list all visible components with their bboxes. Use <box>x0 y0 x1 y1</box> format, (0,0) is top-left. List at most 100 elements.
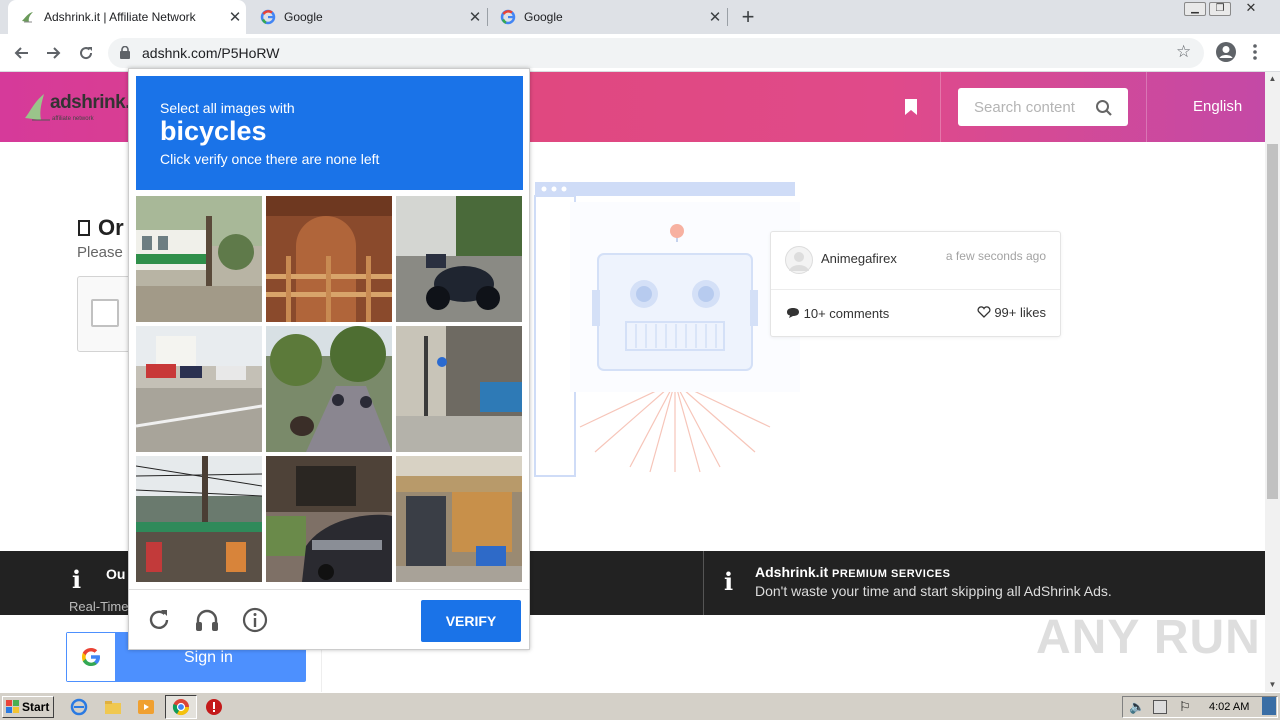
captcha-tile-9[interactable] <box>396 456 522 582</box>
clock[interactable]: 4:02 AM <box>1209 701 1249 713</box>
menu-dots-icon[interactable] <box>1252 43 1258 61</box>
volume-icon[interactable]: 🔈 <box>1129 699 1145 715</box>
band-left-subtitle: Real-Time <box>69 599 129 614</box>
reload-icon[interactable] <box>145 606 173 634</box>
tab-close-icon[interactable]: ✕ <box>704 8 726 26</box>
tab-close-icon[interactable]: ✕ <box>224 8 246 26</box>
url-text: adshnk.com/P5HoRW <box>142 45 280 61</box>
chrome-taskbar-button[interactable] <box>165 695 197 719</box>
captcha-dialog: Select all images with bicycles Click ve… <box>128 68 530 650</box>
comments-count[interactable]: 10+ comments <box>786 306 889 321</box>
flag-icon[interactable]: ⚐ <box>1179 699 1191 715</box>
checkbox-glyph-icon <box>78 220 90 236</box>
media-player-icon[interactable] <box>137 698 155 716</box>
premium-title: Adshrink.it PREMIUM SERVICES <box>755 564 951 580</box>
logo-subtitle: affiliate network <box>52 116 94 122</box>
captcha-instruction: Select all images with <box>160 100 295 116</box>
captcha-header: Select all images with bicycles Click ve… <box>136 76 523 190</box>
tab-title: Google <box>284 10 323 24</box>
headphones-icon[interactable] <box>193 606 221 634</box>
page-subtitle: Please <box>77 244 123 261</box>
new-tab-button[interactable]: + <box>736 4 760 30</box>
show-desktop-icon[interactable] <box>1262 697 1276 715</box>
adshrink-favicon-icon <box>20 9 36 25</box>
close-window-icon[interactable]: ✕ <box>1240 1 1262 16</box>
signin-label: Sign in <box>184 649 233 666</box>
captcha-tile-7[interactable] <box>136 456 262 582</box>
scroll-up-icon[interactable]: ▲ <box>1265 72 1280 86</box>
back-arrow-icon[interactable] <box>7 39 35 67</box>
author-card: Animegafirex a few seconds ago 10+ comme… <box>770 231 1061 337</box>
windows-logo-icon <box>6 700 19 713</box>
captcha-tile-8[interactable] <box>266 456 392 582</box>
tab-adshrink[interactable]: Adshrink.it | Affiliate Network ✕ <box>8 0 246 34</box>
search-input[interactable]: Search content <box>958 88 1128 126</box>
verify-button[interactable]: VERIFY <box>421 600 521 642</box>
tab-close-icon[interactable]: ✕ <box>464 8 486 26</box>
captcha-tile-4[interactable] <box>136 326 262 452</box>
browser-toolbar: adshnk.com/P5HoRW ☆ <box>0 34 1280 72</box>
system-tray: 🔈 ⚐ 4:02 AM <box>1122 696 1278 718</box>
likes-label: 99+ likes <box>994 305 1046 320</box>
lock-icon <box>120 46 130 59</box>
captcha-tile-6[interactable] <box>396 326 522 452</box>
bird-logo-icon <box>25 94 50 121</box>
captcha-image-grid <box>136 196 523 583</box>
info-icon: i <box>72 565 82 594</box>
site-logo[interactable]: adshrink.it affiliate network <box>22 90 141 126</box>
network-icon[interactable] <box>1153 700 1167 714</box>
minimize-icon[interactable]: ▁ <box>1184 2 1206 16</box>
header-divider <box>1146 72 1147 142</box>
bookmark-icon[interactable] <box>904 98 918 116</box>
restore-icon[interactable]: ❐ <box>1209 2 1231 16</box>
watermark-logo: ANY RUN <box>1036 611 1261 664</box>
folder-icon[interactable] <box>104 698 122 716</box>
tab-title: Adshrink.it | Affiliate Network <box>44 10 196 24</box>
author-name[interactable]: Animegafirex <box>821 251 897 266</box>
start-button[interactable]: Start <box>2 696 54 718</box>
star-icon[interactable]: ☆ <box>1176 42 1191 62</box>
windows-taskbar: Start 🔈 ⚐ 4:02 AM <box>0 692 1280 720</box>
scroll-thumb[interactable] <box>1267 144 1278 499</box>
robot-illustration <box>534 182 800 477</box>
internet-explorer-icon[interactable] <box>70 698 88 716</box>
page-title: Or <box>78 215 124 241</box>
info-icon: i <box>724 567 734 596</box>
reload-icon[interactable] <box>72 39 100 67</box>
captcha-tile-3[interactable] <box>396 196 522 322</box>
captcha-tile-2[interactable] <box>266 196 392 322</box>
comment-icon <box>787 308 799 318</box>
captcha-tile-5[interactable] <box>266 326 392 452</box>
search-placeholder: Search content <box>974 99 1075 116</box>
captcha-hint: Click verify once there are none left <box>160 151 380 167</box>
captcha-keyword: bicycles <box>160 116 267 146</box>
band-left-title: Ou <box>106 566 126 582</box>
scroll-down-icon[interactable]: ▼ <box>1265 678 1280 692</box>
tab-google-1[interactable]: Google ✕ <box>248 0 486 34</box>
stop-sign-icon[interactable] <box>205 698 223 716</box>
info-icon[interactable] <box>241 606 269 634</box>
avatar <box>785 246 813 274</box>
card-divider <box>771 289 1060 290</box>
address-bar[interactable]: adshnk.com/P5HoRW ☆ <box>108 38 1204 68</box>
chrome-icon <box>172 699 190 716</box>
google-logo-icon <box>67 633 115 681</box>
header-divider <box>940 72 941 142</box>
premium-description: Don't waste your time and start skipping… <box>755 583 1112 599</box>
post-time: a few seconds ago <box>945 249 1046 263</box>
band-divider <box>703 551 704 615</box>
language-selector[interactable]: English <box>1193 98 1242 115</box>
captcha-footer: VERIFY <box>129 589 529 649</box>
tab-separator <box>727 8 728 26</box>
recaptcha-checkbox[interactable] <box>91 299 119 327</box>
page-scrollbar[interactable]: ▲ ▼ <box>1265 72 1280 692</box>
tab-google-2[interactable]: Google ✕ <box>488 0 726 34</box>
search-icon[interactable] <box>1095 99 1113 117</box>
forward-arrow-icon[interactable] <box>40 39 68 67</box>
captcha-tile-1[interactable] <box>136 196 262 322</box>
browser-tab-bar: Adshrink.it | Affiliate Network ✕ Google… <box>0 0 1280 34</box>
profile-icon[interactable] <box>1215 41 1237 63</box>
likes-count[interactable]: 99+ likes <box>977 305 1046 320</box>
google-favicon-icon <box>500 9 516 25</box>
logo-text: adshrink.it <box>50 92 141 113</box>
